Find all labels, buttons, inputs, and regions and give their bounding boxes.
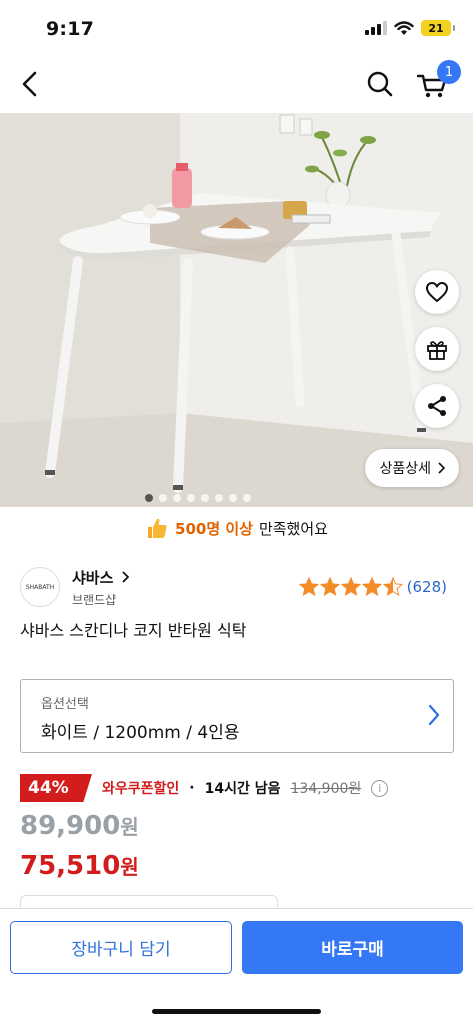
- thumbs-up-icon: [148, 518, 167, 538]
- star-icon: [361, 577, 382, 596]
- satisfaction-count: 500명 이상: [175, 519, 253, 538]
- status-time: 9:17: [46, 18, 95, 40]
- discount-badge: 44%: [20, 774, 92, 802]
- currency-label: 원: [120, 815, 139, 839]
- carousel-indicator: [145, 494, 251, 502]
- rating-stars: [298, 577, 403, 596]
- cart-button[interactable]: 1: [415, 60, 461, 102]
- product-image-carousel[interactable]: 상품상세: [0, 113, 473, 507]
- home-indicator: [152, 1009, 321, 1014]
- carousel-dot[interactable]: [243, 494, 251, 502]
- product-title: 샤바스 스칸디나 코지 반타원 식탁: [20, 621, 247, 640]
- carousel-dot[interactable]: [187, 494, 195, 502]
- gift-button[interactable]: [415, 327, 459, 371]
- carousel-dot[interactable]: [159, 494, 167, 502]
- bottom-action-bar: 장바구니 담기 바로구매: [0, 908, 473, 1024]
- star-icon: [319, 577, 340, 596]
- info-icon[interactable]: i: [371, 779, 389, 797]
- final-price-value: 75,510: [20, 851, 121, 881]
- coupon-label: 와우쿠폰할인: [102, 781, 180, 797]
- review-count[interactable]: (628): [407, 578, 447, 596]
- back-button[interactable]: [14, 66, 48, 102]
- carousel-dot[interactable]: [145, 494, 153, 502]
- currency-label: 원: [120, 855, 139, 879]
- share-button[interactable]: [415, 384, 459, 428]
- chevron-right-icon: [122, 571, 129, 583]
- brand-subtitle: 브랜드샵: [72, 593, 117, 607]
- battery-level: 21: [428, 21, 444, 35]
- satisfaction-banner: 500명 이상 만족했어요: [0, 508, 473, 548]
- gift-icon: [427, 341, 447, 360]
- battery-icon: 21: [421, 20, 455, 36]
- coupon-timer: 14시간 남음: [204, 781, 281, 797]
- wishlist-button[interactable]: [415, 270, 459, 314]
- share-icon: [428, 396, 446, 416]
- carousel-dot[interactable]: [229, 494, 237, 502]
- option-selector[interactable]: 옵션선택 화이트 / 1200mm / 4인용: [20, 679, 454, 753]
- carousel-dot[interactable]: [173, 494, 181, 502]
- product-photo: [0, 113, 473, 507]
- wifi-icon: [394, 20, 414, 35]
- star-icon: [298, 577, 319, 596]
- satisfaction-text: 만족했어요: [258, 519, 328, 538]
- status-icons: 21: [365, 20, 455, 36]
- signal-icon: [365, 21, 387, 35]
- original-price: 89,900원: [20, 811, 139, 841]
- separator-dot: ·: [189, 780, 195, 796]
- carousel-dot[interactable]: [215, 494, 223, 502]
- chevron-right-icon: [438, 462, 445, 474]
- chevron-right-icon: [428, 704, 440, 726]
- back-arrow-icon: [22, 71, 37, 97]
- product-detail-button[interactable]: 상품상세: [365, 449, 459, 487]
- star-icon: [340, 577, 361, 596]
- status-bar: 9:17 21: [0, 0, 473, 58]
- brand-name-link[interactable]: 샤바스: [72, 567, 129, 588]
- buy-now-button[interactable]: 바로구매: [242, 921, 463, 974]
- heart-icon: [426, 282, 448, 302]
- option-value: 화이트 / 1200mm / 4인용: [41, 723, 240, 743]
- discount-row: 44% 와우쿠폰할인 · 14시간 남음 134,900원 i: [20, 774, 389, 802]
- cart-count-badge: 1: [437, 60, 461, 84]
- brand-logo[interactable]: SHABATH: [20, 567, 60, 607]
- search-icon: [367, 71, 393, 97]
- strike-price: 134,900원: [290, 781, 362, 797]
- brand-name: 샤바스: [72, 569, 114, 587]
- star-icon: [382, 577, 403, 596]
- search-button[interactable]: [363, 66, 397, 102]
- add-to-cart-button[interactable]: 장바구니 담기: [10, 921, 232, 974]
- product-detail-label: 상품상세: [379, 461, 431, 477]
- original-price-value: 89,900: [20, 811, 121, 841]
- option-label: 옵션선택: [41, 697, 89, 712]
- brand-logo-text: SHABATH: [25, 583, 55, 591]
- rating-summary[interactable]: (628): [298, 577, 447, 596]
- top-nav: 1: [0, 58, 473, 112]
- carousel-dot[interactable]: [201, 494, 209, 502]
- final-price: 75,510원: [20, 851, 139, 881]
